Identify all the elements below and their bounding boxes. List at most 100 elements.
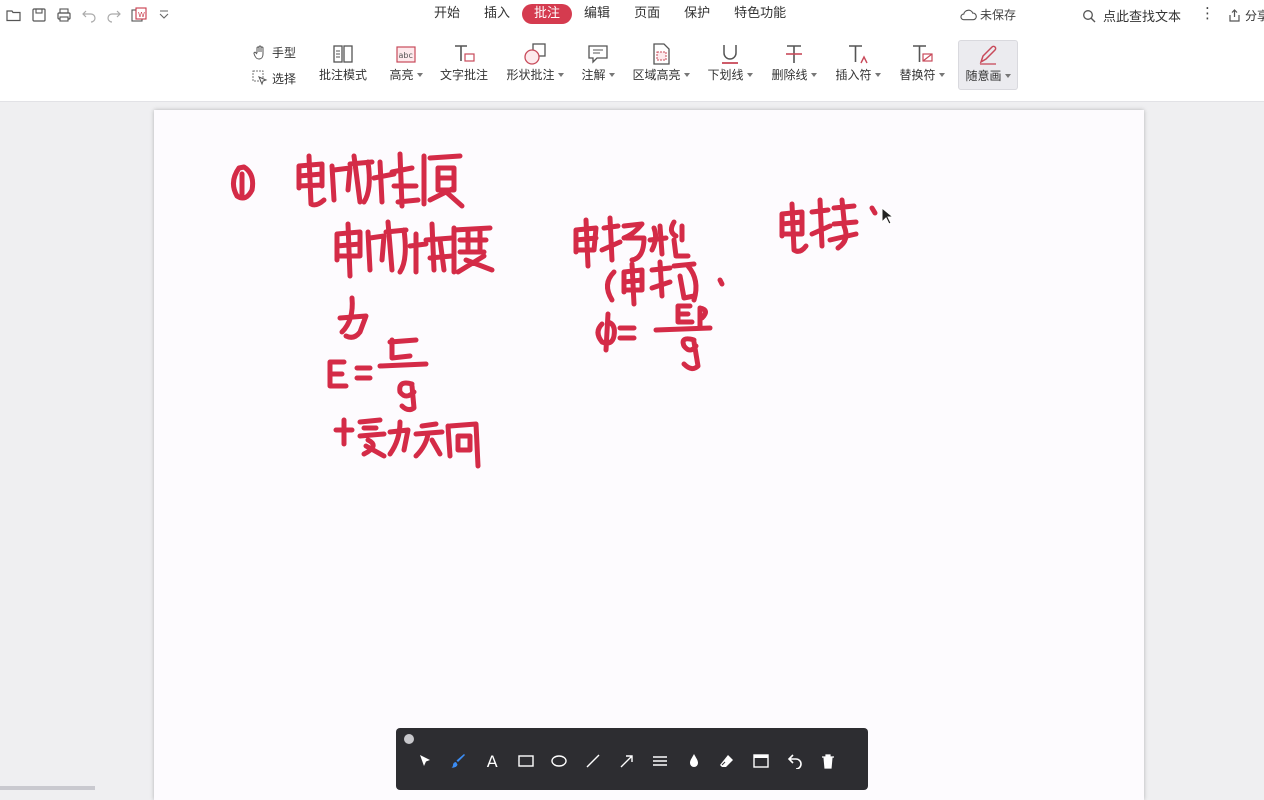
drag-handle[interactable] xyxy=(404,734,414,744)
replace-mark-icon xyxy=(909,40,935,68)
replace-mark-label: 替换符 xyxy=(899,68,936,82)
print-icon[interactable] xyxy=(54,5,74,25)
undo-icon[interactable] xyxy=(784,750,806,772)
ink-stroke xyxy=(296,153,327,208)
hand-tool[interactable]: 手型 xyxy=(252,42,302,62)
ink-stroke xyxy=(445,421,481,469)
line-weight-icon[interactable] xyxy=(649,750,671,772)
svg-text:abc: abc xyxy=(399,51,413,60)
strikethrough-label: 删除线 xyxy=(771,68,808,82)
ink-stroke xyxy=(605,269,617,303)
menu-tab-start[interactable]: 开始 xyxy=(422,4,472,24)
text-annotation-label: 文字批注 xyxy=(439,68,488,82)
ink-stroke xyxy=(680,336,701,372)
menu-tab-page[interactable]: 页面 xyxy=(622,4,672,24)
brush-icon[interactable] xyxy=(448,750,470,772)
ink-stroke xyxy=(617,325,637,341)
highlight-icon: abc xyxy=(393,40,419,68)
drawing-toolbar: A xyxy=(396,728,868,790)
ink-stroke xyxy=(647,219,691,259)
ink-stroke xyxy=(573,217,599,269)
insert-mark-button[interactable]: 插入符 xyxy=(832,40,884,90)
menu-tab-annotate[interactable]: 批注 xyxy=(522,4,573,24)
text-annotation-icon xyxy=(451,40,477,68)
note-label: 注解 xyxy=(581,68,606,82)
ribbon: W 开始 插入 批注 编辑 页面 保护 特色功能 未保存 点此查找文本 ⋮ 分享… xyxy=(0,0,1264,102)
search-label: 点此查找文本 xyxy=(1103,10,1182,25)
svg-text:W: W xyxy=(138,11,145,19)
text-icon[interactable]: A xyxy=(481,750,503,772)
underline-icon xyxy=(717,40,743,68)
replace-mark-button[interactable]: 替换符 xyxy=(896,40,948,90)
eraser-icon[interactable] xyxy=(716,750,738,772)
search-icon xyxy=(1083,9,1096,22)
ellipse-icon[interactable] xyxy=(548,750,570,772)
ink-stroke xyxy=(653,325,713,333)
menu-tab-features[interactable]: 特色功能 xyxy=(722,4,798,24)
ink-stroke xyxy=(357,417,387,459)
note-button[interactable]: 注解 xyxy=(579,40,617,90)
text-tool-glyph: A xyxy=(486,751,498,771)
export-word-icon[interactable]: W xyxy=(129,5,149,25)
pen-icon xyxy=(975,41,1001,69)
save-status[interactable]: 未保存 xyxy=(960,6,1016,23)
area-highlight-label: 区域高亮 xyxy=(632,68,681,82)
freehand-draw-button[interactable]: 随意画 xyxy=(958,40,1018,90)
screen-icon[interactable] xyxy=(750,750,772,772)
ink-stroke xyxy=(779,201,809,254)
horizontal-scrollbar[interactable] xyxy=(0,786,95,790)
shape-annotation-button[interactable]: 形状批注 xyxy=(503,40,567,90)
insert-mark-icon xyxy=(845,40,871,68)
ink-stroke xyxy=(717,277,725,287)
menu-tab-edit[interactable]: 编辑 xyxy=(572,4,622,24)
ink-stroke xyxy=(377,337,429,369)
ink-stroke xyxy=(327,359,349,389)
strikethrough-button[interactable]: 删除线 xyxy=(768,40,820,90)
ink-stroke xyxy=(451,225,495,275)
document-page[interactable] xyxy=(154,110,1144,800)
annotation-mode-label: 批注模式 xyxy=(318,68,367,82)
quick-access-bar: W xyxy=(4,4,179,26)
ink-stroke xyxy=(337,295,369,340)
share-icon xyxy=(1229,9,1240,22)
underline-button[interactable]: 下划线 xyxy=(705,40,755,90)
share-button[interactable]: 分享 xyxy=(1228,7,1264,24)
pointer-icon[interactable] xyxy=(414,750,436,772)
more-options-icon[interactable]: ⋮ xyxy=(1200,4,1215,22)
cloud-icon xyxy=(960,9,977,20)
select-icon xyxy=(252,70,268,86)
area-highlight-icon xyxy=(648,40,674,68)
share-label: 分享 xyxy=(1245,9,1264,23)
arrow-icon[interactable] xyxy=(616,750,638,772)
rectangle-icon[interactable] xyxy=(515,750,537,772)
trash-icon[interactable] xyxy=(817,750,839,772)
area-highlight-button[interactable]: 区域高亮 xyxy=(630,40,692,90)
ink-stroke xyxy=(371,151,421,209)
annotation-mode-icon xyxy=(330,40,356,68)
ink-stroke xyxy=(387,419,411,457)
line-icon[interactable] xyxy=(582,750,604,772)
undo-icon[interactable] xyxy=(79,5,99,25)
search-text-button[interactable]: 点此查找文本 xyxy=(1082,6,1181,25)
highlight-button[interactable]: abc 高亮 xyxy=(386,40,426,90)
text-annotation-button[interactable]: 文字批注 xyxy=(438,40,490,90)
open-folder-icon[interactable] xyxy=(4,5,24,25)
quick-access-dropdown-icon[interactable] xyxy=(154,5,174,25)
menu-tab-protect[interactable]: 保护 xyxy=(672,4,722,24)
insert-mark-label: 插入符 xyxy=(835,68,872,82)
mouse-cursor-icon xyxy=(881,207,893,225)
hand-icon xyxy=(253,45,264,60)
color-drop-icon[interactable] xyxy=(683,750,705,772)
select-tool[interactable]: 选择 xyxy=(252,68,302,88)
ink-stroke xyxy=(621,261,645,307)
save-icon[interactable] xyxy=(29,5,49,25)
menu-tab-insert[interactable]: 插入 xyxy=(472,4,522,24)
underline-label: 下划线 xyxy=(707,68,744,82)
freehand-draw-label: 随意画 xyxy=(965,69,1002,83)
ink-stroke xyxy=(365,219,409,275)
ink-stroke xyxy=(413,421,445,459)
highlight-label: 高亮 xyxy=(389,68,414,82)
annotation-mode-button[interactable]: 批注模式 xyxy=(316,40,370,90)
redo-icon[interactable] xyxy=(104,5,124,25)
ink-stroke xyxy=(421,153,465,209)
